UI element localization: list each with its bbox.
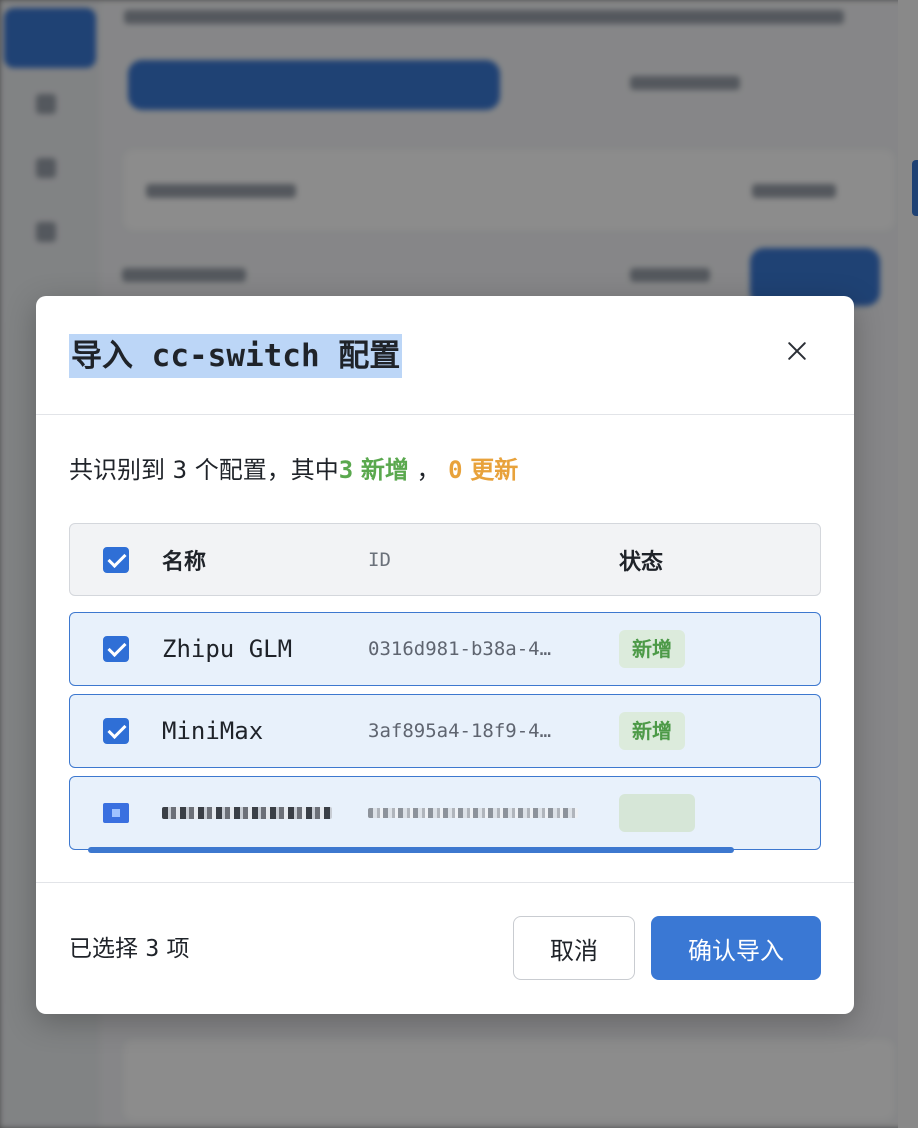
selected-number: 3 [145,936,160,962]
obscured-name [162,807,332,819]
summary-update-label: 更新 [470,456,519,484]
header-id: ID [368,548,391,571]
summary-new-count: 3 [338,456,354,484]
table-row[interactable]: Zhipu GLM 0316d981-b38a-4… 新增 [69,612,821,686]
header-name: 名称 [162,549,207,575]
select-all-checkbox[interactable] [103,546,129,573]
dialog-footer: 已选择 3 项 取消 确认导入 [36,882,854,1014]
row-id: 3af895a4-18f9-4… [368,720,552,742]
selected-suffix: 项 [166,936,190,962]
row-checkbox[interactable] [103,803,129,823]
selected-prefix: 已选择 [69,936,138,962]
summary-update-count: 0 [448,456,463,484]
import-summary: 共识别到 3 个配置，其中3 新增 ， 0 更新 [69,450,518,490]
table-row[interactable]: MiniMax 3af895a4-18f9-4… 新增 [69,694,821,768]
close-icon[interactable] [780,334,814,368]
import-dialog: 导入 cc-switch 配置 共识别到 3 个配置，其中3 新增 ， 0 更新… [36,296,854,1014]
row-checkbox[interactable] [103,718,129,744]
dialog-header: 导入 cc-switch 配置 [36,296,854,415]
row-name: Zhipu GLM [162,635,293,663]
cancel-button[interactable]: 取消 [513,916,635,980]
table-header: 名称 ID 状态 [69,523,821,596]
status-badge: 新增 [619,712,685,750]
summary-prefix: 共识别到 [69,456,165,484]
header-status: 状态 [619,549,664,575]
summary-middle: 个配置，其中 [194,456,339,484]
dialog-title: 导入 cc-switch 配置 [69,334,403,378]
summary-separator: ， [416,456,441,484]
status-badge: 新增 [619,630,685,668]
summary-new-label: 新增 [360,456,409,484]
horizontal-scrollbar[interactable] [88,847,734,853]
summary-total: 3 [172,456,188,484]
confirm-import-button[interactable]: 确认导入 [651,916,821,980]
row-checkbox[interactable] [103,636,129,662]
selected-count: 已选择 3 项 [69,929,189,969]
row-name: MiniMax [162,717,264,745]
status-badge [619,794,695,832]
table-row[interactable] [69,776,821,850]
row-id: 0316d981-b38a-4… [368,638,552,660]
obscured-id [368,808,578,818]
